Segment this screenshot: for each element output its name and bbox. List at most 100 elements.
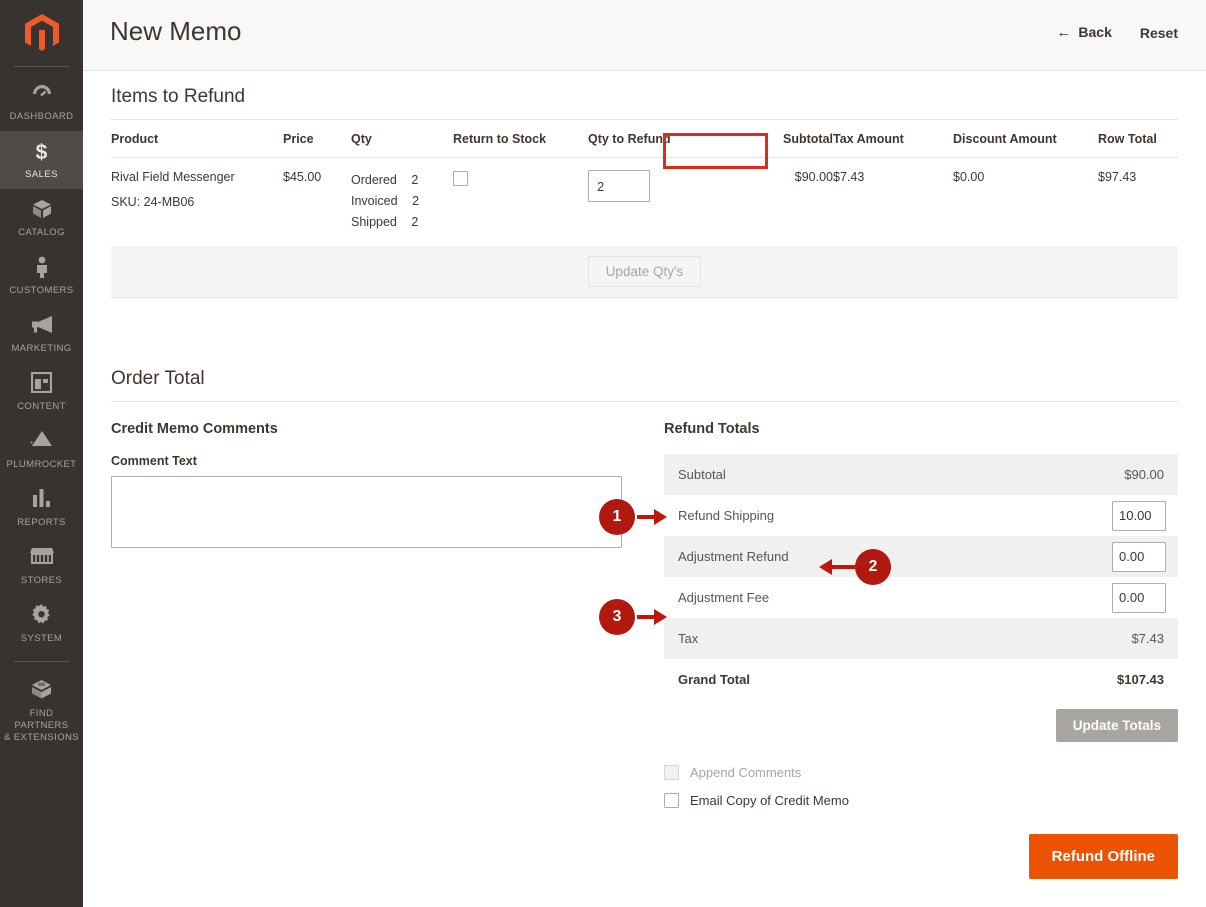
sidebar-divider-top (13, 66, 70, 67)
totals-label-refund-shipping: Refund Shipping (678, 508, 775, 523)
totals-row-subtotal: Subtotal $90.00 (664, 454, 1178, 495)
adjustment-refund-input[interactable] (1112, 541, 1166, 572)
refund-options-list: Append Comments Email Copy of Credit Mem… (664, 764, 1178, 808)
refund-totals-table: Subtotal $90.00 Refund Shipping Adjustme… (664, 454, 1178, 700)
qty-invoiced-value: 2 (412, 194, 420, 208)
page-content: Items to Refund Product Price Qty Return… (83, 71, 1206, 879)
box-icon (2, 198, 81, 224)
cell-product: Rival Field Messenger SKU: 24-MB06 (111, 158, 283, 234)
items-to-refund-heading: Items to Refund (111, 86, 1178, 120)
totals-value-grand-total: $107.43 (989, 659, 1178, 700)
qty-ordered-value: 2 (411, 173, 419, 187)
update-totals-row: Update Totals (664, 709, 1178, 742)
update-qtys-button[interactable]: Update Qty's (587, 256, 702, 287)
order-total-columns: Credit Memo Comments Comment Text Refund… (111, 421, 1178, 879)
sidebar-label-catalog: CATALOG (18, 227, 65, 238)
items-to-refund-table: Product Price Qty Return to Stock Qty to… (111, 120, 1178, 233)
append-comments-label: Append Comments (690, 764, 802, 780)
qty-shipped-value: 2 (411, 215, 419, 229)
page-header: New Memo ← Back Reset (83, 0, 1206, 71)
page-title: New Memo (110, 16, 242, 46)
comment-text-input[interactable] (111, 476, 622, 548)
refund-shipping-input[interactable] (1112, 500, 1166, 531)
qty-to-refund-input[interactable] (588, 170, 650, 202)
cell-qty: Ordered 2 Invoiced 2 Shipped 2 (351, 158, 453, 234)
table-header-row: Product Price Qty Return to Stock Qty to… (111, 120, 1178, 158)
sidebar-label-customers: CUSTOMERS (9, 285, 74, 296)
partners-line-1: FIND PARTNERS (14, 708, 69, 731)
cell-price: $45.00 (283, 170, 322, 184)
totals-value-subtotal: $90.00 (989, 454, 1178, 495)
sidebar-item-marketing[interactable]: MARKETING (0, 305, 83, 363)
col-header-return-to-stock: Return to Stock (453, 120, 588, 158)
cell-return-to-stock (453, 158, 588, 234)
product-sku: SKU: 24-MB06 (111, 195, 195, 209)
email-copy-checkbox[interactable] (664, 793, 679, 808)
totals-row-adjustment-fee: Adjustment Fee (664, 577, 1178, 618)
extension-icon (2, 679, 81, 705)
qty-ordered-label: Ordered (351, 173, 397, 187)
storefront-icon (2, 546, 81, 572)
sidebar-label-reports: REPORTS (17, 517, 66, 528)
totals-value-refund-shipping (990, 495, 1178, 536)
sidebar-item-reports[interactable]: REPORTS (0, 479, 83, 537)
magento-logo[interactable] (0, 0, 83, 66)
sidebar-item-plumrocket[interactable]: PLUMROCKET (0, 421, 83, 479)
totals-row-adjustment-refund: Adjustment Refund (664, 536, 1178, 577)
admin-sidebar: DASHBOARD $ SALES CATALOG CUSTOMERS MARK… (0, 0, 83, 907)
option-append-comments: Append Comments (664, 764, 1178, 780)
credit-memo-comments-heading: Credit Memo Comments (111, 421, 278, 437)
plumrocket-icon (2, 430, 81, 456)
sidebar-item-sales[interactable]: $ SALES (0, 131, 83, 189)
col-header-product: Product (111, 120, 283, 158)
back-button[interactable]: ← Back (1056, 24, 1111, 41)
totals-row-tax: Tax $7.43 (664, 618, 1178, 659)
totals-value-adjustment-refund (989, 536, 1178, 577)
totals-label-tax: Tax (664, 618, 990, 659)
arrow-left-icon: ← (1056, 24, 1072, 41)
qty-invoiced-label: Invoiced (351, 194, 398, 208)
cell-discount-amount: $0.00 (953, 170, 985, 184)
col-header-tax-amount: Tax Amount (833, 120, 953, 158)
layout-icon (2, 371, 81, 398)
refund-offline-button[interactable]: Refund Offline (1028, 834, 1178, 879)
sidebar-item-catalog[interactable]: CATALOG (0, 189, 83, 247)
sidebar-item-dashboard[interactable]: DASHBOARD (0, 73, 83, 131)
dollar-icon: $ (35, 141, 48, 164)
cell-row-total: $97.43 (1098, 170, 1137, 184)
totals-value-tax: $7.43 (989, 618, 1178, 659)
sidebar-label-stores: STORES (20, 575, 63, 586)
totals-row-grand-total: Grand Total $107.43 (664, 659, 1178, 700)
col-header-discount-amount: Discount Amount (953, 120, 1098, 158)
cell-qty-to-refund (588, 158, 743, 234)
partners-line-2: & EXTENSIONS (3, 732, 79, 743)
adjustment-fee-input[interactable] (1112, 582, 1166, 613)
sidebar-item-find-partners[interactable]: FIND PARTNERS & EXTENSIONS (0, 670, 83, 752)
sidebar-item-stores[interactable]: STORES (0, 537, 83, 595)
sidebar-divider-bottom (13, 661, 70, 662)
credit-memo-comments-section: Credit Memo Comments Comment Text (111, 421, 664, 879)
product-name: Rival Field Messenger (111, 170, 235, 184)
sidebar-label-find-partners: FIND PARTNERS & EXTENSIONS (2, 708, 81, 744)
reset-button[interactable]: Reset (1140, 25, 1178, 41)
gear-icon (2, 604, 81, 630)
sidebar-item-system[interactable]: SYSTEM (0, 595, 83, 653)
option-email-copy[interactable]: Email Copy of Credit Memo (664, 792, 1178, 808)
sidebar-item-content[interactable]: CONTENT (0, 363, 83, 421)
qty-shipped: Shipped 2 (351, 212, 453, 233)
totals-row-refund-shipping: Refund Shipping (664, 495, 1178, 536)
person-icon (2, 256, 81, 282)
magento-admin-credit-memo-page: DASHBOARD $ SALES CATALOG CUSTOMERS MARK… (0, 0, 1206, 907)
cell-tax-amount: $7.43 (833, 170, 865, 184)
email-copy-label[interactable]: Email Copy of Credit Memo (690, 793, 849, 808)
table-row: Rival Field Messenger SKU: 24-MB06 $45.0… (111, 158, 1178, 234)
return-to-stock-checkbox[interactable] (453, 171, 468, 186)
update-totals-button[interactable]: Update Totals (1055, 709, 1178, 742)
col-header-row-total: Row Total (1098, 120, 1178, 158)
sidebar-label-dashboard: DASHBOARD (9, 111, 74, 122)
sidebar-item-customers[interactable]: CUSTOMERS (0, 247, 83, 305)
comment-text-label: Comment Text (111, 454, 197, 468)
gauge-icon (2, 82, 81, 108)
sidebar-label-system: SYSTEM (20, 633, 63, 644)
col-header-subtotal: Subtotal (743, 120, 833, 158)
